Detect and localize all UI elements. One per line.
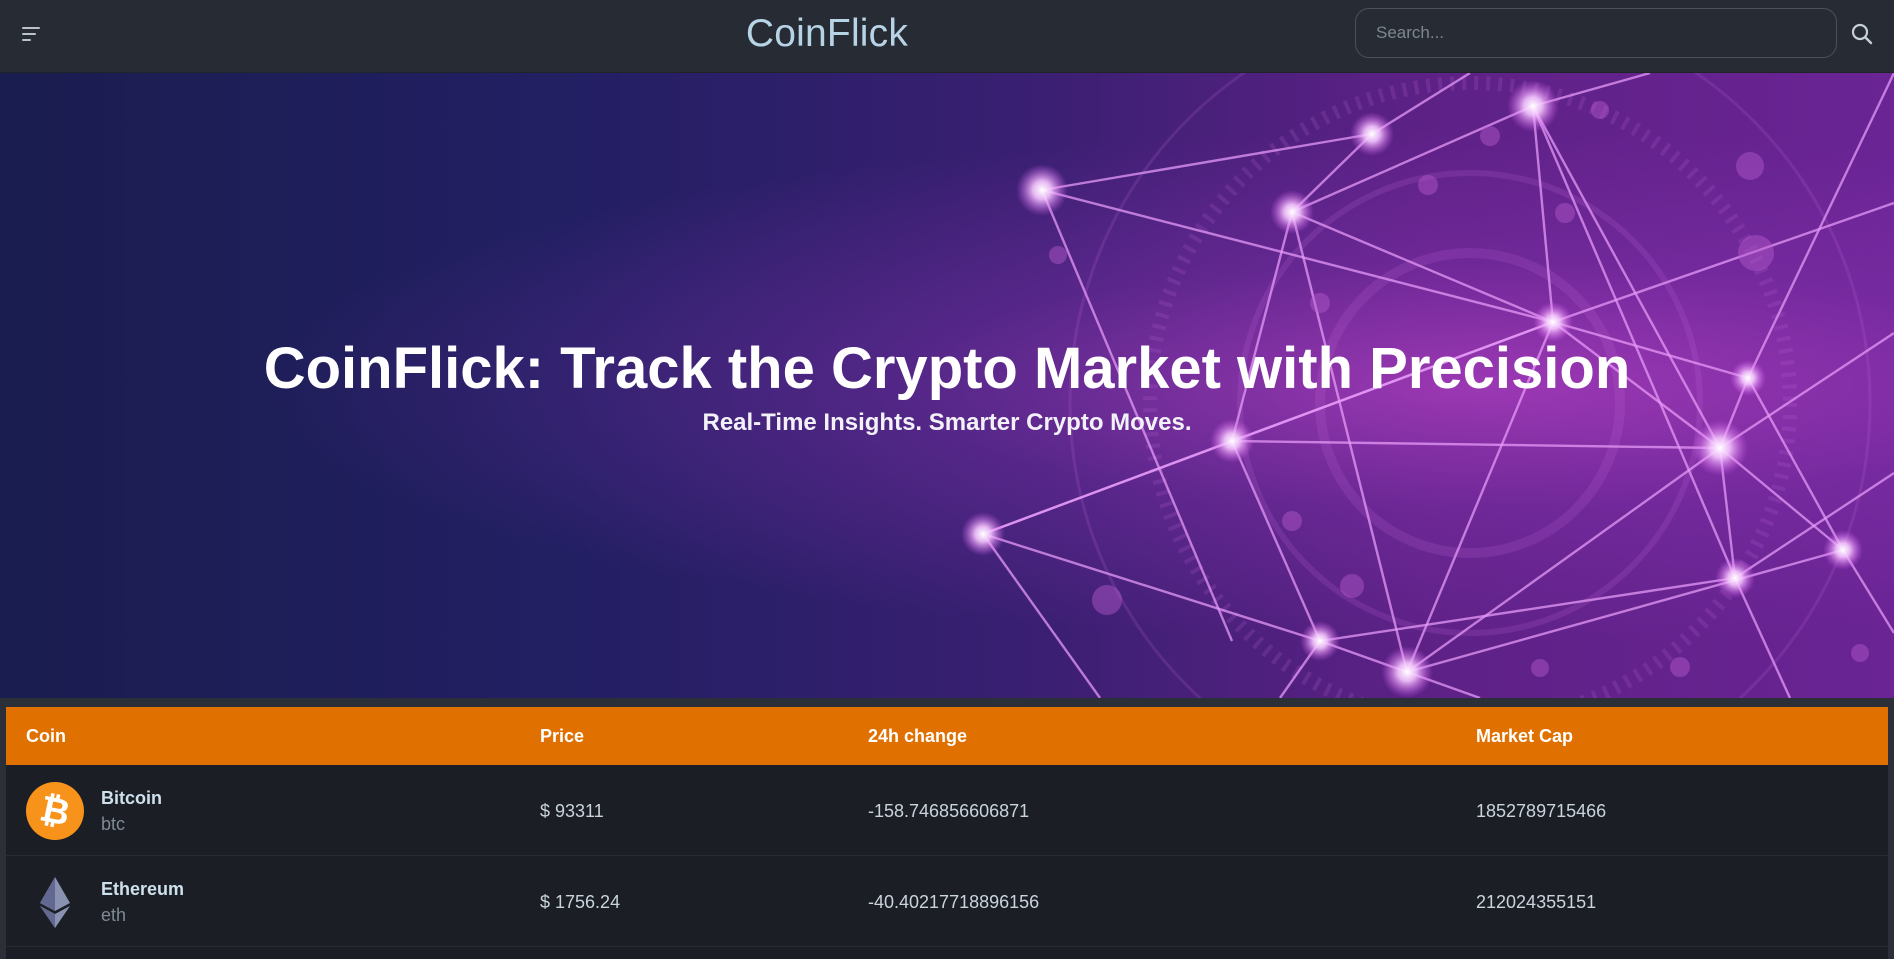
coin-name: Bitcoin (101, 788, 162, 808)
coin-price: $ 1756.24 (540, 892, 621, 912)
coin-24h-change: -158.746856606871 (868, 801, 1030, 821)
table-row[interactable]: Ethereum eth $ 1756.24 -40.4021771889615… (6, 856, 1888, 947)
table-row[interactable]: ₿ Bitcoin btc $ 93311 -158.746856606871 … (6, 765, 1888, 856)
navbar: CoinFlick (0, 0, 1894, 73)
header-coin[interactable]: Coin (26, 726, 66, 747)
coin-symbol: eth (101, 905, 127, 925)
table-header: Coin Price 24h change Market Cap (6, 707, 1888, 765)
coin-symbol: btc (101, 814, 126, 834)
coin-price: $ 93311 (540, 801, 604, 821)
coin-name: Ethereum (101, 879, 185, 899)
hero-title: CoinFlick: Track the Crypto Market with … (263, 336, 1631, 401)
header-24h-change[interactable]: 24h change (868, 726, 967, 747)
coins-table: Coin Price 24h change Market Cap ₿ Bitco… (6, 707, 1888, 959)
coin-market-cap: 1852789715466 (1476, 801, 1607, 821)
hero-banner: CoinFlick: Track the Crypto Market with … (0, 73, 1894, 698)
ethereum-icon (40, 877, 70, 928)
search-icon[interactable] (1850, 22, 1874, 46)
header-market-cap[interactable]: Market Cap (1476, 726, 1573, 747)
header-price[interactable]: Price (540, 726, 584, 747)
coin-24h-change: -40.40217718896156 (868, 892, 1040, 912)
coin-market-cap: 212024355151 (1476, 892, 1597, 912)
hero-subtitle: Real-Time Insights. Smarter Crypto Moves… (702, 409, 1192, 436)
bitcoin-icon: ₿ (26, 782, 84, 840)
search-input[interactable] (1355, 8, 1837, 58)
